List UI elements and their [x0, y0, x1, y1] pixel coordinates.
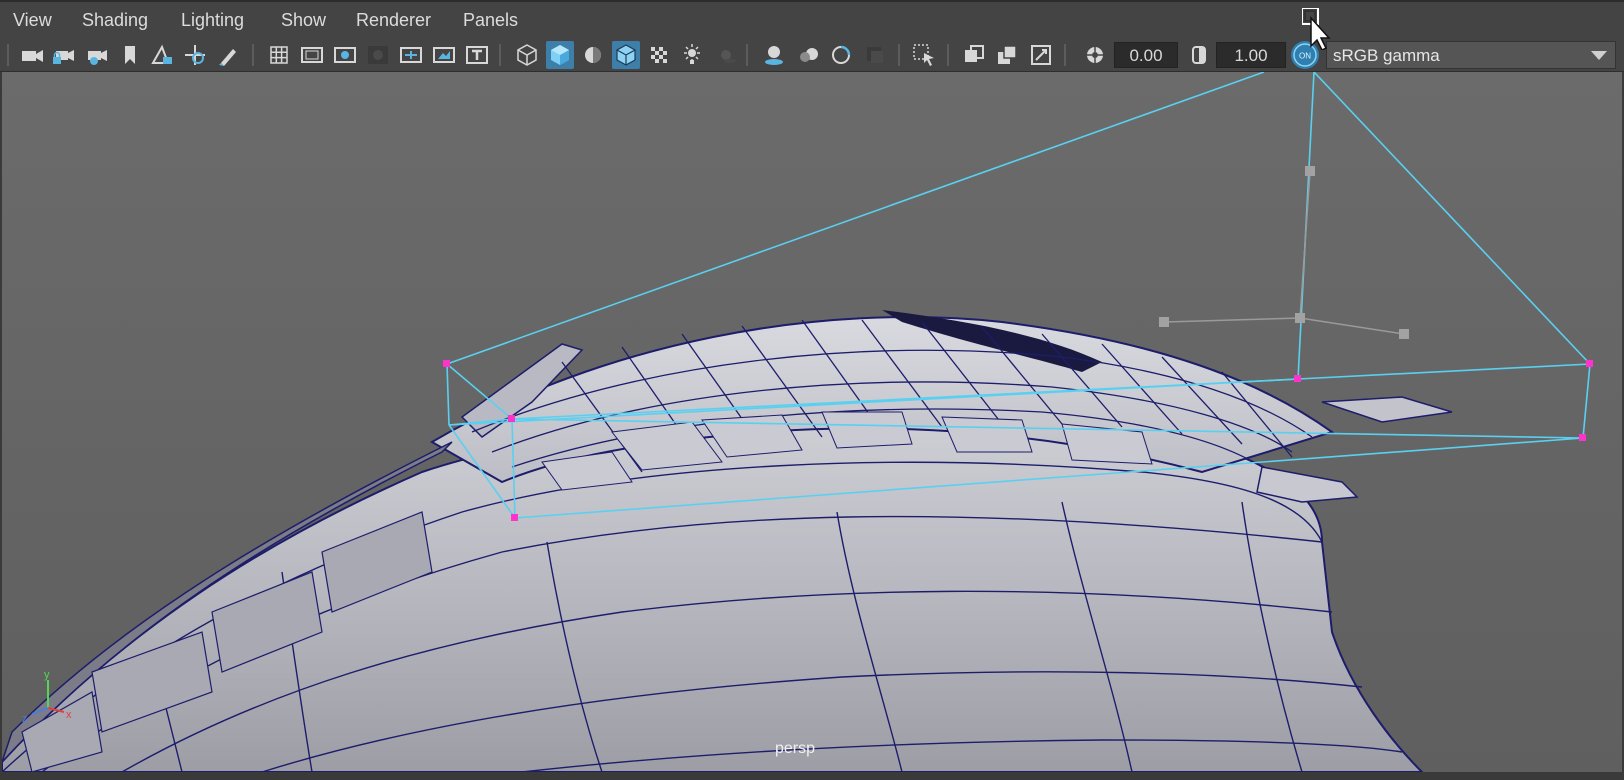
select-camera-icon[interactable] [18, 41, 46, 69]
camera-attributes-icon[interactable] [83, 41, 111, 69]
2d-pan-zoom-icon[interactable] [181, 41, 209, 69]
toolbar-separator [7, 44, 9, 66]
menu-panels[interactable]: Panels [463, 10, 518, 31]
gamma-field[interactable]: 1.00 [1216, 42, 1286, 68]
3d-viewport[interactable]: y x z persp [0, 72, 1624, 772]
model-right-ledge [1321, 396, 1453, 423]
resolution-gate-icon[interactable] [331, 41, 359, 69]
menu-renderer[interactable]: Renderer [356, 10, 431, 31]
use-all-lights-icon[interactable] [678, 41, 706, 69]
gate-mask-icon[interactable] [364, 41, 392, 69]
toolbar-separator [947, 44, 949, 66]
exposure-icon[interactable] [1081, 41, 1109, 69]
screen-space-ambient-occlusion-icon[interactable] [760, 41, 788, 69]
axis-label-z: z [22, 713, 28, 725]
shadows-icon[interactable] [712, 41, 740, 69]
toolbar-separator [499, 44, 501, 66]
menu-lighting[interactable]: Lighting [181, 10, 244, 31]
color-management-toggle-label: ON [1299, 52, 1311, 61]
chevron-down-icon [1591, 51, 1607, 60]
depth-of-field-icon[interactable] [861, 41, 889, 69]
smooth-shade-all-icon[interactable] [546, 41, 574, 69]
bookmark-icon[interactable] [116, 41, 144, 69]
axis-label-x: x [66, 709, 72, 721]
toolbar-separator [746, 44, 748, 66]
toolbar-separator [1064, 44, 1066, 66]
multisample-antialiasing-icon[interactable] [827, 41, 855, 69]
view-transform-value: sRGB gamma [1333, 46, 1440, 65]
field-chart-icon[interactable] [397, 41, 425, 69]
camera-name-label: persp [775, 740, 816, 757]
wireframe-on-shaded-icon[interactable] [612, 41, 640, 69]
mouse-pointer-icon [1301, 7, 1332, 52]
exposure-field[interactable]: 0.00 [1114, 42, 1178, 68]
move-manipulator[interactable] [1164, 171, 1405, 335]
menu-show[interactable]: Show [281, 10, 326, 31]
backface-culling-icon[interactable] [1027, 41, 1055, 69]
use-default-material-icon[interactable] [579, 41, 607, 69]
film-gate-icon[interactable] [298, 41, 326, 69]
wireframe-icon[interactable] [513, 41, 541, 69]
menu-view[interactable]: View [13, 10, 52, 31]
toolbar-separator [252, 44, 254, 66]
xray-icon[interactable] [645, 41, 673, 69]
grease-pencil-icon[interactable] [214, 41, 242, 69]
safe-action-icon[interactable] [430, 41, 458, 69]
image-plane-icon[interactable] [148, 41, 176, 69]
toolbar-separator [898, 44, 900, 66]
isolate-select-icon[interactable] [910, 41, 938, 69]
panel-toolbar: 0.00 1.00 ON sRGB gamma [0, 38, 1624, 72]
gamma-icon[interactable] [1185, 41, 1213, 69]
safe-title-icon[interactable] [463, 41, 491, 69]
lock-camera-icon[interactable] [50, 41, 78, 69]
xray-active-components-icon[interactable] [993, 41, 1021, 69]
panel-menu-bar: View Shading Lighting Show Renderer Pane… [0, 0, 1624, 38]
viewport-scene: y x z [2, 72, 1593, 772]
motion-blur-icon[interactable] [795, 41, 823, 69]
view-transform-dropdown[interactable]: sRGB gamma [1326, 41, 1616, 69]
grid-icon[interactable] [265, 41, 293, 69]
viewport-bottom-border [0, 772, 1624, 780]
xray-joints-icon[interactable] [960, 41, 988, 69]
axis-label-y: y [44, 669, 50, 681]
menu-shading[interactable]: Shading [82, 10, 148, 31]
manipulator-handles[interactable] [1159, 166, 1409, 339]
